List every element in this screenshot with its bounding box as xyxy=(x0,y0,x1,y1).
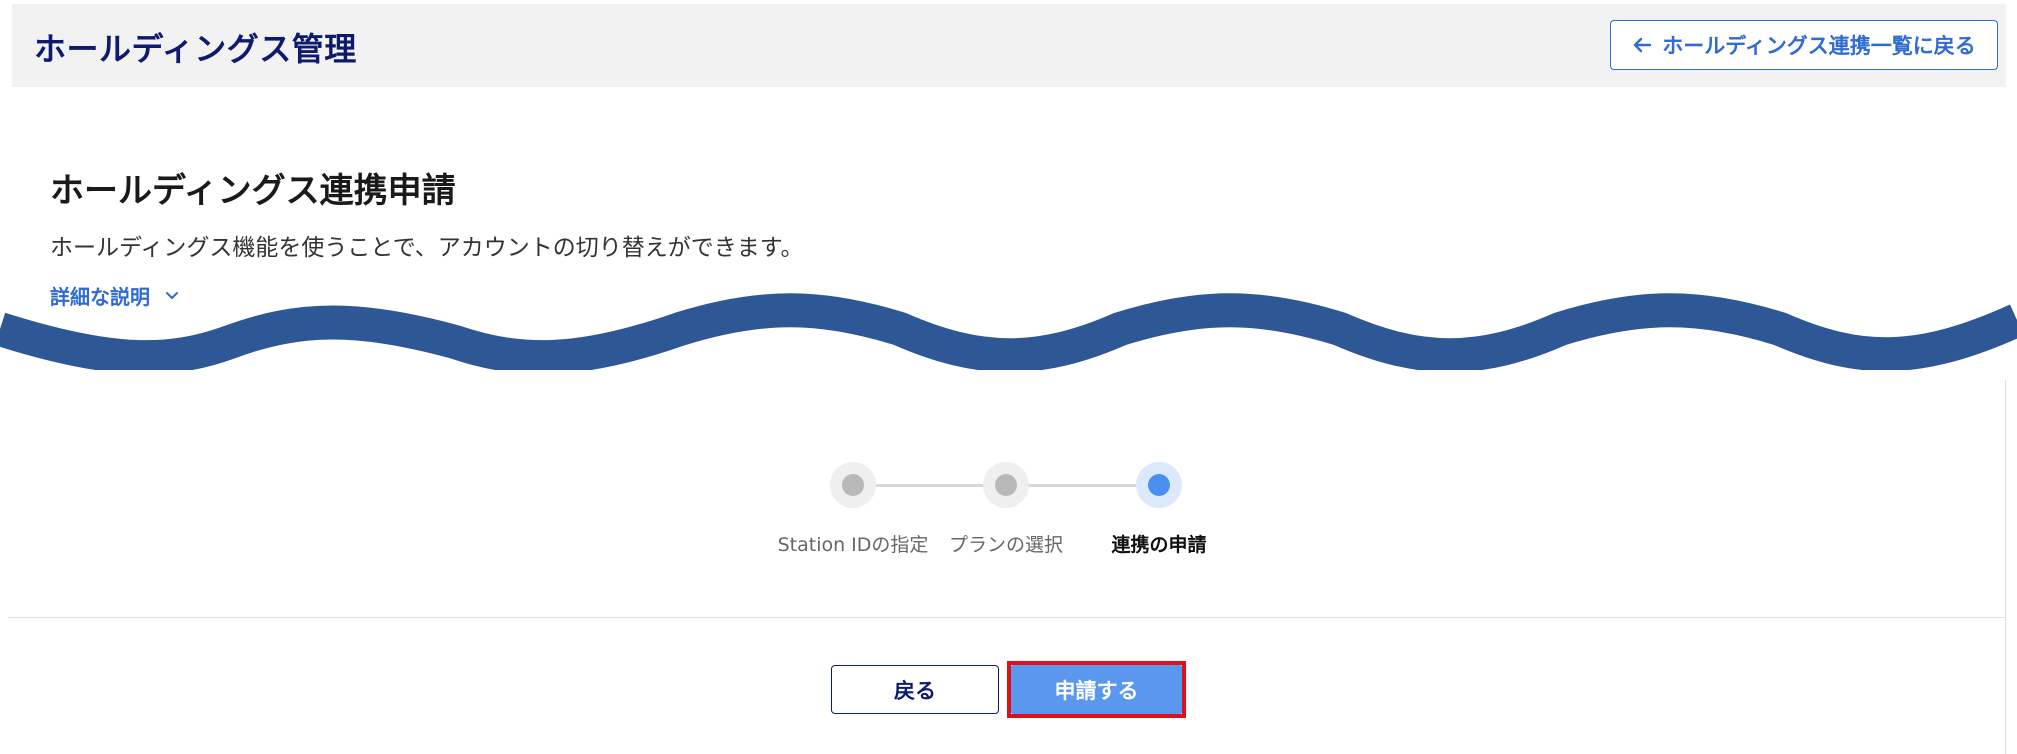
page-title: ホールディングス管理 xyxy=(34,30,357,68)
step-3-indicator xyxy=(1136,462,1182,508)
step-1-indicator xyxy=(830,462,876,508)
section-title: ホールディングス連携申請 xyxy=(50,171,456,211)
header-bar: ホールディングス管理 ホールディングス連携一覧に戻る xyxy=(12,4,2006,87)
section-description: ホールディングス機能を使うことで、アカウントの切り替えができます。 xyxy=(50,235,804,261)
wave-divider xyxy=(0,293,2017,370)
back-to-list-button[interactable]: ホールディングス連携一覧に戻る xyxy=(1610,20,1998,70)
footer-divider xyxy=(8,617,2006,618)
step-2-label: プランの選択 xyxy=(948,534,1064,556)
arrow-left-icon xyxy=(1634,37,1652,53)
progress-stepper: Station IDの指定 プランの選択 連携の申請 xyxy=(770,460,1230,560)
edge-line xyxy=(2005,380,2006,754)
back-button[interactable]: 戻る xyxy=(831,665,999,714)
step-1-label: Station IDの指定 xyxy=(777,534,929,556)
step-3-label: 連携の申請 xyxy=(1111,534,1207,556)
apply-button[interactable]: 申請する xyxy=(1011,665,1182,714)
step-2-indicator xyxy=(983,462,1029,508)
back-to-list-label: ホールディングス連携一覧に戻る xyxy=(1662,34,1976,58)
